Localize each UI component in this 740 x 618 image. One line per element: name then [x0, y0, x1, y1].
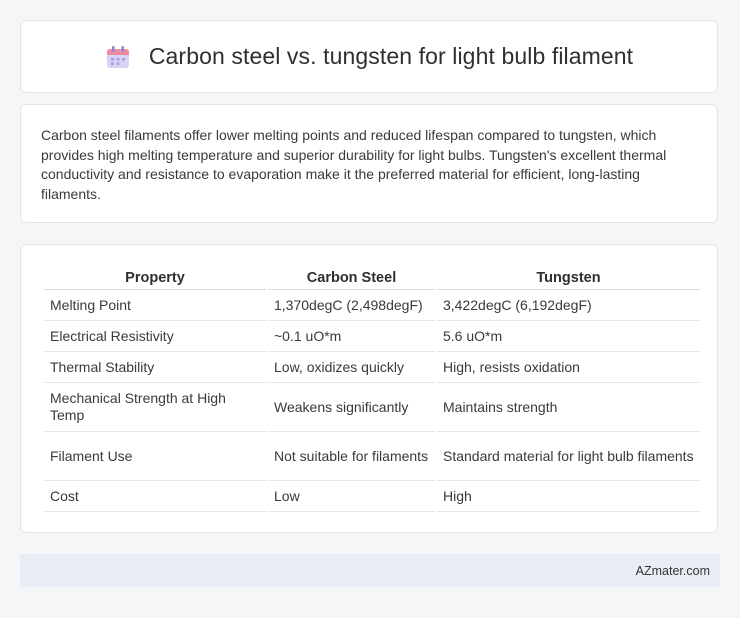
- table-header-row: Property Carbon Steel Tungsten: [44, 265, 700, 290]
- cell-tungsten: High, resists oxidation: [437, 352, 700, 383]
- cell-property: Filament Use: [44, 432, 266, 481]
- table-row: Cost Low High: [44, 481, 700, 512]
- cell-tungsten: 3,422degC (6,192degF): [437, 290, 700, 321]
- cell-tungsten: High: [437, 481, 700, 512]
- cell-carbon-steel: Low: [268, 481, 435, 512]
- page-title: Carbon steel vs. tungsten for light bulb…: [148, 43, 634, 69]
- cell-tungsten: Maintains strength: [437, 383, 700, 432]
- table-row: Filament Use Not suitable for filaments …: [44, 432, 700, 481]
- cell-carbon-steel: Not suitable for filaments: [268, 432, 435, 481]
- cell-property: Mechanical Strength at High Temp: [44, 383, 266, 432]
- table-row: Electrical Resistivity ~0.1 uO*m 5.6 uO*…: [44, 321, 700, 352]
- title-card: Carbon steel vs. tungsten for light bulb…: [20, 20, 718, 93]
- cell-property: Melting Point: [44, 290, 266, 321]
- cell-property: Cost: [44, 481, 266, 512]
- header-tungsten: Tungsten: [437, 265, 700, 290]
- title-wrap: Carbon steel vs. tungsten for light bulb…: [105, 43, 633, 70]
- summary-text: Carbon steel filaments offer lower melti…: [41, 127, 667, 202]
- table-row: Melting Point 1,370degC (2,498degF) 3,42…: [44, 290, 700, 321]
- summary-card: Carbon steel filaments offer lower melti…: [20, 104, 718, 223]
- header-property: Property: [44, 265, 266, 290]
- footer-source: AZmater.com: [635, 563, 710, 578]
- cell-carbon-steel: ~0.1 uO*m: [268, 321, 435, 352]
- table-row: Mechanical Strength at High Temp Weakens…: [44, 383, 700, 432]
- comparison-table: Property Carbon Steel Tungsten Melting P…: [42, 265, 702, 512]
- comparison-table-card: Property Carbon Steel Tungsten Melting P…: [20, 244, 718, 533]
- cell-carbon-steel: Low, oxidizes quickly: [268, 352, 435, 383]
- cell-tungsten: Standard material for light bulb filamen…: [437, 432, 700, 481]
- cell-tungsten: 5.6 uO*m: [437, 321, 700, 352]
- header-carbon-steel: Carbon Steel: [268, 265, 435, 290]
- cell-carbon-steel: 1,370degC (2,498degF): [268, 290, 435, 321]
- footer-bar: AZmater.com: [20, 554, 720, 587]
- table-row: Thermal Stability Low, oxidizes quickly …: [44, 352, 700, 383]
- calendar-icon: [105, 45, 131, 69]
- cell-property: Electrical Resistivity: [44, 321, 266, 352]
- cell-property: Thermal Stability: [44, 352, 266, 383]
- cell-carbon-steel: Weakens significantly: [268, 383, 435, 432]
